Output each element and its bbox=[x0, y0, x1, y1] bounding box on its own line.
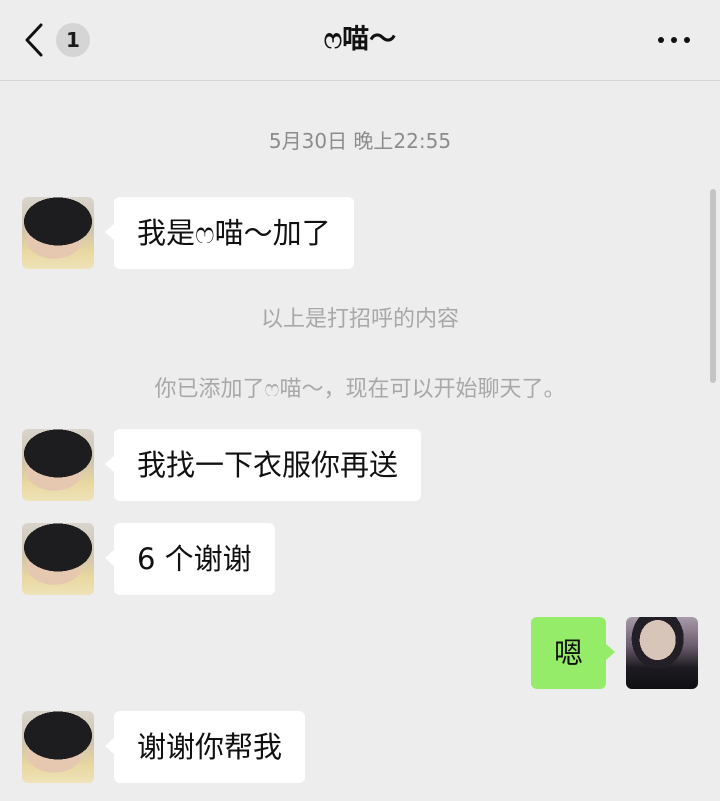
contact-avatar[interactable] bbox=[22, 523, 94, 595]
contact-avatar[interactable] bbox=[22, 429, 94, 501]
incoming-message-bubble[interactable]: 6 个谢谢 bbox=[105, 523, 275, 595]
chat-header: 1 ෆ喵～ bbox=[0, 0, 720, 81]
contact-avatar[interactable] bbox=[22, 197, 94, 269]
message-list[interactable]: 5月30日 晚上22:55 我是ෆ喵～加了 以上是打招呼的内容 你已添加了ෆ喵～… bbox=[0, 81, 720, 801]
more-horizontal-icon[interactable] bbox=[656, 34, 692, 46]
system-message: 你已添加了ෆ喵～，现在可以开始聊天了。 bbox=[154, 377, 566, 402]
outgoing-message-bubble[interactable]: 嗯 bbox=[530, 617, 616, 689]
system-message: 以上是打招呼的内容 bbox=[260, 307, 459, 332]
self-avatar[interactable] bbox=[626, 617, 698, 689]
incoming-message-bubble[interactable]: 我找一下衣服你再送 bbox=[104, 429, 422, 501]
incoming-message-bubble[interactable]: 我是ෆ喵～加了 bbox=[105, 197, 354, 269]
scrollbar[interactable] bbox=[710, 189, 716, 383]
chat-title: ෆ喵～ bbox=[323, 24, 397, 55]
message-timestamp: 5月30日 晚上22:55 bbox=[268, 129, 452, 153]
contact-avatar[interactable] bbox=[22, 711, 94, 783]
incoming-message-bubble[interactable]: 谢谢你帮我 bbox=[104, 711, 306, 783]
